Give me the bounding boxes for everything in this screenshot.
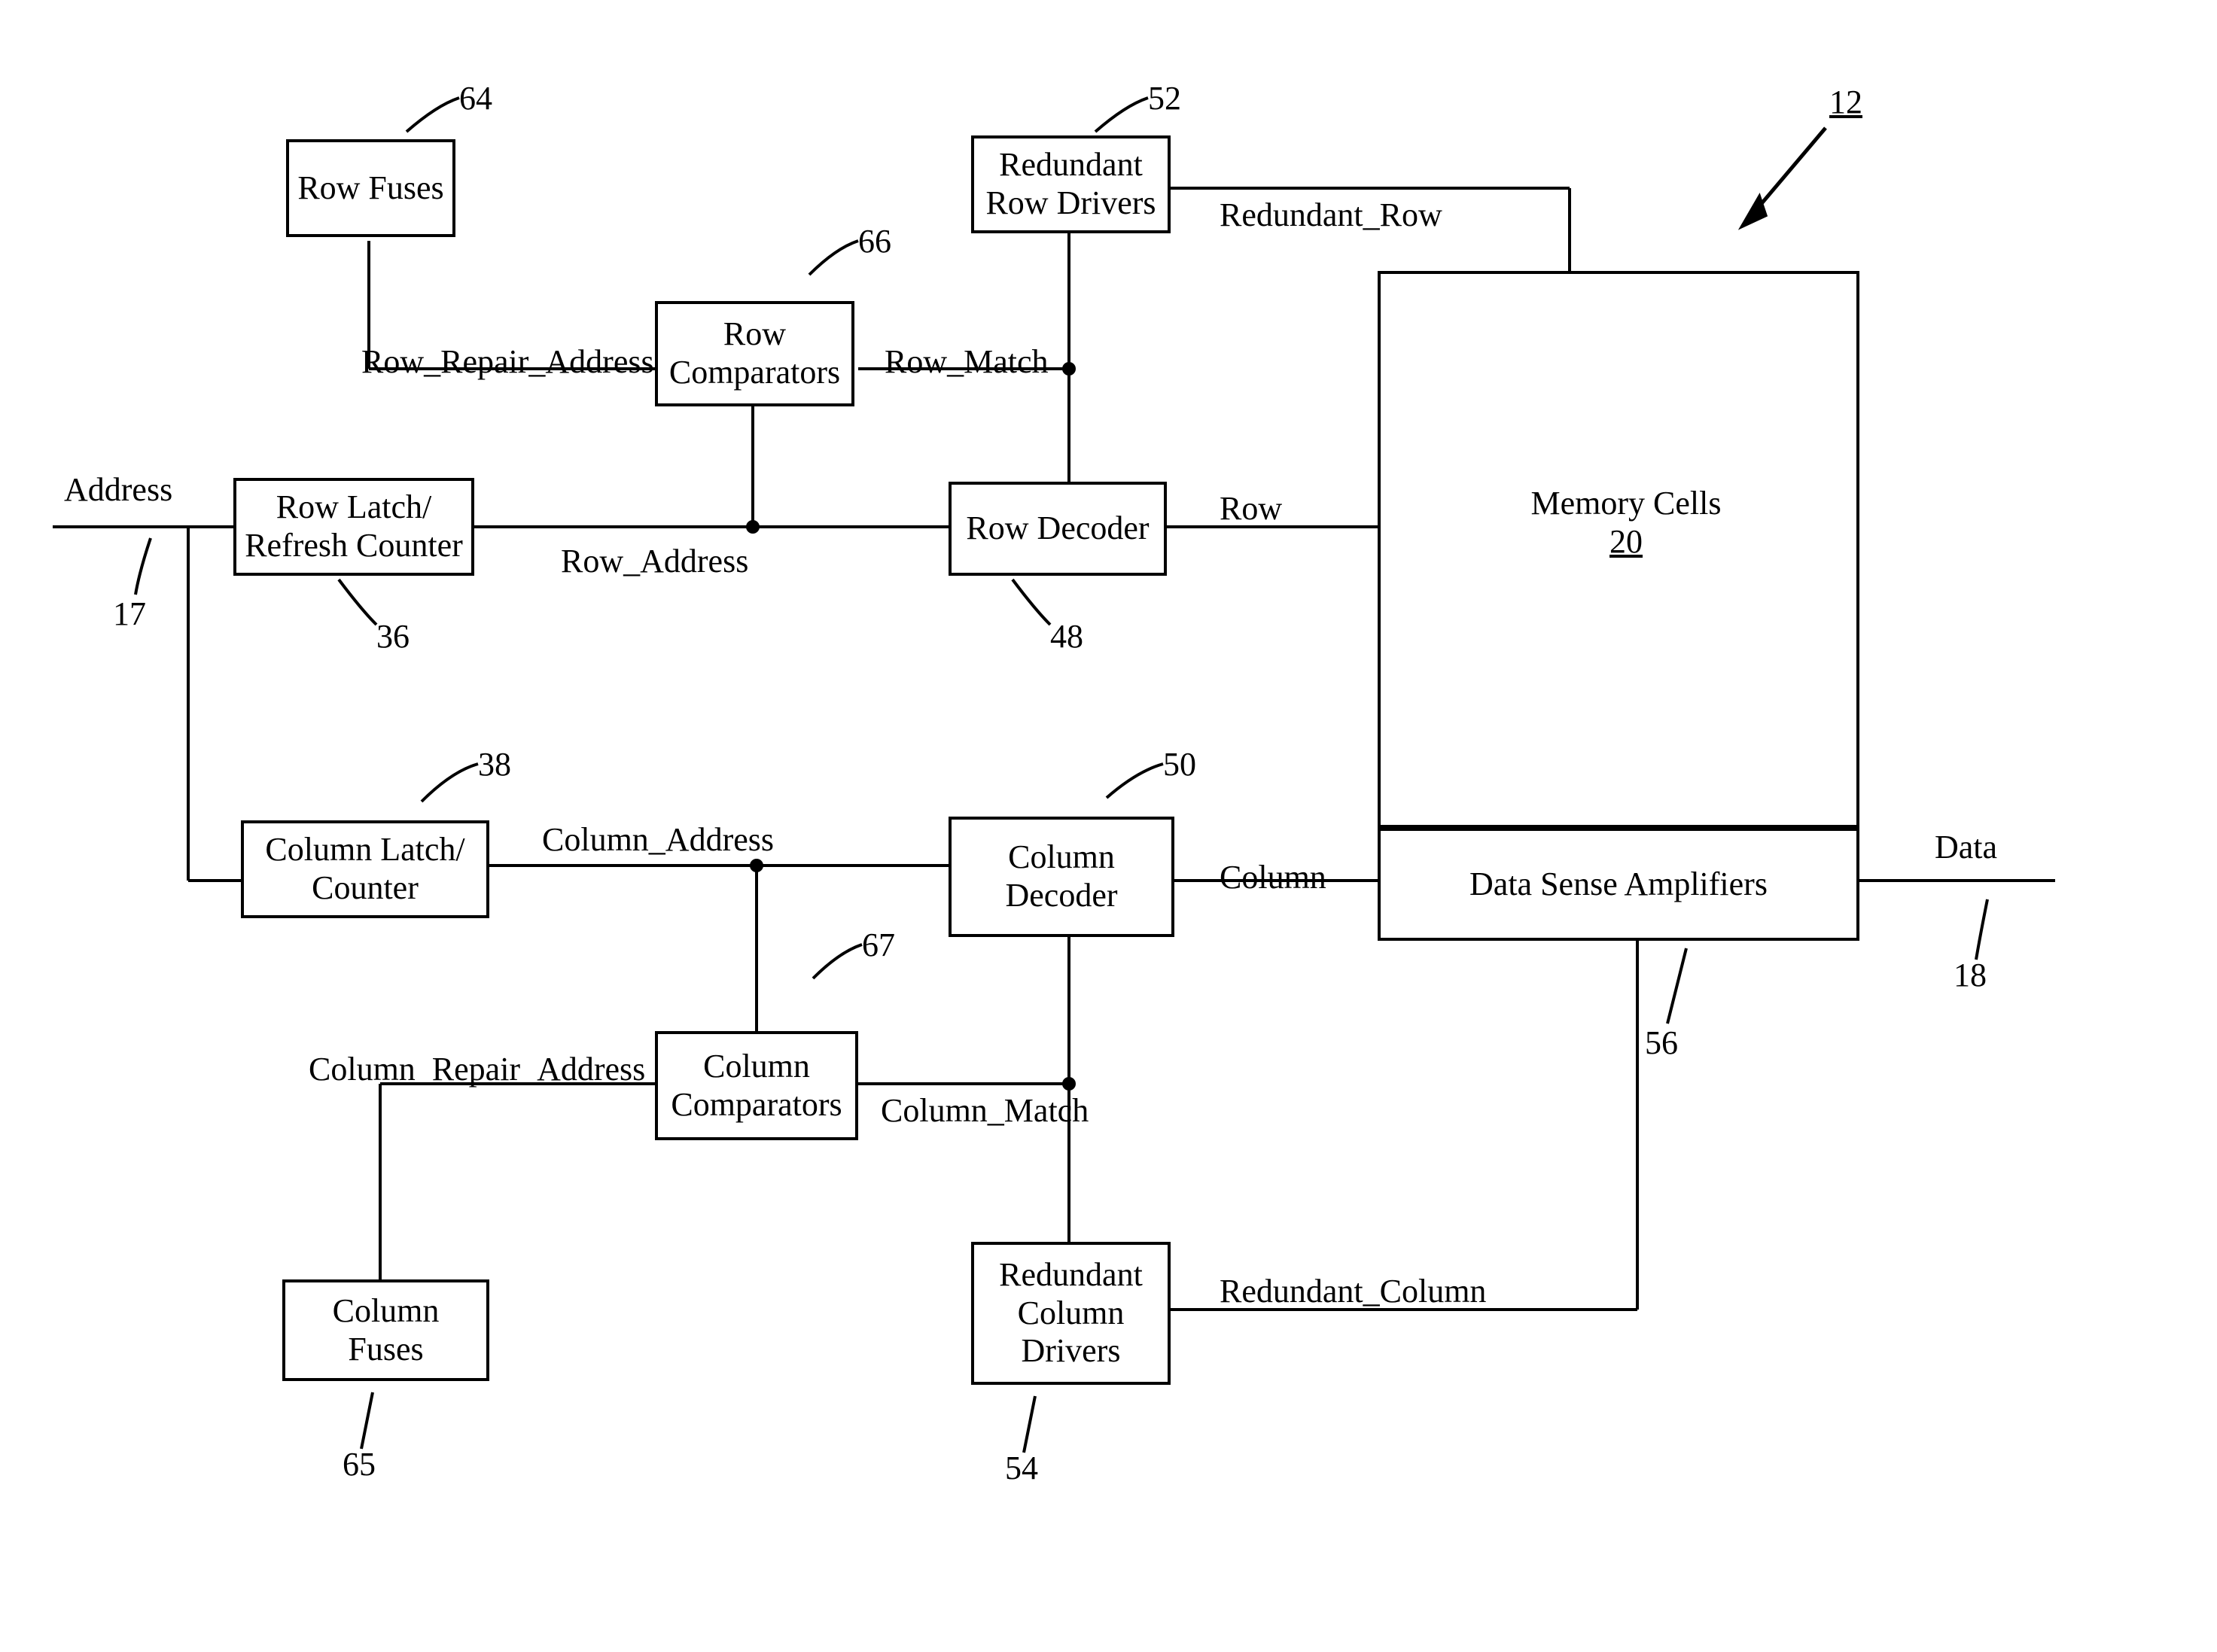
signal-column-address: Column_Address: [542, 820, 774, 859]
signal-redundant-column: Redundant_Column: [1220, 1272, 1486, 1310]
memory-cells-ref: 20: [1609, 523, 1643, 560]
signal-row-match: Row_Match: [885, 342, 1049, 381]
ref-row-decoder: 48: [1050, 617, 1083, 656]
ref-row-fuses: 64: [459, 79, 492, 117]
figure-ref: 12: [1829, 83, 1862, 121]
block-sense-amplifiers: Data Sense Amplifiers: [1378, 828, 1859, 941]
column-comparators-label: Column Comparators: [671, 1048, 842, 1124]
ref-row-latch: 36: [376, 617, 410, 656]
signal-row-address: Row_Address: [561, 542, 748, 580]
ref-column-fuses: 65: [343, 1445, 376, 1483]
block-column-decoder: Column Decoder: [949, 817, 1174, 937]
diagram-canvas: Row Fuses Row Comparators Redundant Row …: [0, 0, 2217, 1652]
block-row-fuses: Row Fuses: [286, 139, 455, 237]
ref-column-decoder: 50: [1163, 745, 1196, 783]
row-decoder-label: Row Decoder: [966, 510, 1149, 548]
block-column-fuses: Column Fuses: [282, 1279, 489, 1381]
signal-data: Data: [1935, 828, 1997, 866]
block-redundant-row-drivers: Redundant Row Drivers: [971, 135, 1171, 233]
ref-redundant-column-drivers: 54: [1005, 1449, 1038, 1487]
sense-amplifiers-label: Data Sense Amplifiers: [1469, 866, 1768, 904]
block-column-comparators: Column Comparators: [655, 1031, 858, 1140]
block-memory-cells: Memory Cells 20: [1378, 271, 1859, 828]
signal-row: Row: [1220, 489, 1282, 528]
ref-column-latch: 38: [478, 745, 511, 783]
block-row-latch: Row Latch/ Refresh Counter: [233, 478, 474, 576]
signal-column-match: Column_Match: [881, 1091, 1089, 1130]
signal-column: Column: [1220, 858, 1326, 896]
signal-row-repair-address: Row_Repair_Address: [361, 342, 654, 381]
ref-data: 18: [1954, 956, 1987, 994]
signal-address: Address: [64, 470, 172, 509]
block-row-decoder: Row Decoder: [949, 482, 1167, 576]
column-decoder-label: Column Decoder: [1005, 838, 1117, 914]
ref-address: 17: [113, 595, 146, 633]
redundant-column-drivers-label: Redundant Column Drivers: [999, 1256, 1143, 1371]
signal-column-repair-address: Column_Repair_Address: [309, 1050, 645, 1088]
block-column-latch: Column Latch/ Counter: [241, 820, 489, 918]
memory-cells-label: Memory Cells: [1531, 485, 1722, 522]
signal-redundant-row: Redundant_Row: [1220, 196, 1442, 234]
column-fuses-label: Column Fuses: [293, 1292, 479, 1368]
ref-sense-amps: 56: [1645, 1024, 1678, 1062]
row-fuses-label: Row Fuses: [297, 169, 443, 208]
block-redundant-column-drivers: Redundant Column Drivers: [971, 1242, 1171, 1385]
ref-column-comparators: 67: [862, 926, 895, 964]
ref-row-comparators: 66: [858, 222, 891, 260]
row-comparators-label: Row Comparators: [669, 315, 840, 391]
block-row-comparators: Row Comparators: [655, 301, 854, 406]
redundant-row-drivers-label: Redundant Row Drivers: [985, 146, 1156, 222]
column-latch-label: Column Latch/ Counter: [265, 831, 464, 907]
row-latch-label: Row Latch/ Refresh Counter: [245, 488, 463, 564]
ref-redundant-row-drivers: 52: [1148, 79, 1181, 117]
